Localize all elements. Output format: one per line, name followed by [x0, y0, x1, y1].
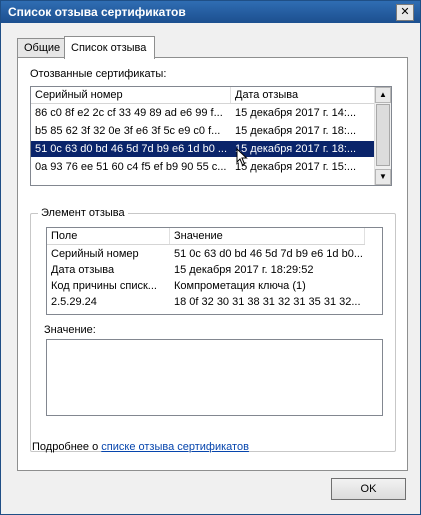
tab-label: Общие: [24, 42, 61, 54]
value-cell: 15 декабря 2017 г. 18:29:52: [174, 264, 314, 276]
list-item[interactable]: Код причины списк... Компрометация ключа…: [47, 278, 365, 294]
list-item[interactable]: b5 85 62 3f 32 0e 3f e6 3f 5c e9 c0 f...…: [31, 123, 374, 139]
value-textarea[interactable]: [46, 339, 383, 416]
column-value[interactable]: Значение: [170, 228, 365, 244]
value-cell: 51 0c 63 d0 bd 46 5d 7d b9 e6 1d b0...: [174, 248, 363, 260]
revocation-entry-label: Элемент отзыва: [38, 207, 128, 219]
date-cell: 15 декабря 2017 г. 18:...: [235, 125, 357, 137]
field-cell: 2.5.29.24: [51, 296, 97, 308]
serial-cell: 0a 93 76 ee 51 60 c4 f5 ef b9 90 55 c...: [35, 161, 227, 173]
scroll-down-button[interactable]: ▼: [375, 169, 391, 185]
date-cell: 15 декабря 2017 г. 14:...: [235, 107, 357, 119]
close-button[interactable]: ✕: [396, 4, 414, 21]
revoked-certs-label: Отозванные сертификаты:: [30, 68, 167, 80]
field-cell: Дата отзыва: [51, 264, 115, 276]
field-cell: Серийный номер: [51, 248, 139, 260]
close-icon: ✕: [400, 6, 410, 18]
value-label: Значение:: [44, 324, 96, 336]
dialog-window: Список отзыва сертификатов ✕ Общие Списо…: [0, 0, 421, 515]
list-header: Серийный номер Дата отзыва: [31, 87, 376, 104]
serial-cell: 51 0c 63 d0 bd 46 5d 7d b9 e6 1d b0 ...: [35, 143, 228, 155]
ok-button[interactable]: OK: [331, 478, 406, 500]
triangle-up-icon: ▲: [379, 90, 387, 99]
entry-fields-list[interactable]: Поле Значение Серийный номер 51 0c 63 d0…: [46, 227, 383, 315]
list-item-selected[interactable]: 51 0c 63 d0 bd 46 5d 7d b9 e6 1d b0 ... …: [31, 141, 374, 157]
mouse-pointer-icon: [236, 148, 248, 166]
field-cell: Код причины списк...: [51, 280, 157, 292]
value-cell: Компрометация ключа (1): [174, 280, 306, 292]
list-item[interactable]: Серийный номер 51 0c 63 d0 bd 46 5d 7d b…: [47, 246, 365, 262]
list-scrollbar[interactable]: ▲ ▼: [374, 87, 391, 185]
tab-label: Список отзыва: [71, 42, 147, 54]
revocation-list-link[interactable]: списке отзыва сертификатов: [101, 441, 249, 453]
column-field[interactable]: Поле: [47, 228, 170, 244]
list-item[interactable]: 0a 93 76 ee 51 60 c4 f5 ef b9 90 55 c...…: [31, 159, 374, 175]
scroll-thumb[interactable]: [376, 104, 390, 166]
list-item[interactable]: 86 c0 8f e2 2c cf 33 49 89 ad e6 99 f...…: [31, 105, 374, 121]
tab-panel: Отозванные сертификаты: Серийный номер Д…: [17, 57, 408, 471]
date-cell: 15 декабря 2017 г. 18:...: [235, 143, 357, 155]
tab-revocation-list[interactable]: Список отзыва: [64, 36, 155, 59]
more-info-text: Подробнее о списке отзыва сертификатов: [32, 441, 249, 453]
serial-cell: b5 85 62 3f 32 0e 3f e6 3f 5c e9 c0 f...: [35, 125, 221, 137]
serial-cell: 86 c0 8f e2 2c cf 33 49 89 ad e6 99 f...: [35, 107, 223, 119]
list-item[interactable]: Дата отзыва 15 декабря 2017 г. 18:29:52: [47, 262, 365, 278]
value-cell: 18 0f 32 30 31 38 31 32 31 35 31 32...: [174, 296, 361, 308]
tab-general[interactable]: Общие: [17, 38, 65, 58]
date-cell: 15 декабря 2017 г. 15:...: [235, 161, 357, 173]
revoked-certs-list[interactable]: Серийный номер Дата отзыва 86 c0 8f e2 2…: [30, 86, 392, 186]
list-item[interactable]: 2.5.29.24 18 0f 32 30 31 38 31 32 31 35 …: [47, 294, 365, 310]
window-title: Список отзыва сертификатов: [8, 5, 186, 19]
column-revocation-date[interactable]: Дата отзыва: [231, 87, 376, 103]
scroll-up-button[interactable]: ▲: [375, 87, 391, 103]
ok-button-label: OK: [360, 483, 377, 495]
column-serial-number[interactable]: Серийный номер: [31, 87, 231, 103]
more-info-prefix: Подробнее о: [32, 441, 102, 453]
title-bar[interactable]: Список отзыва сертификатов ✕: [1, 1, 420, 23]
list-header: Поле Значение: [47, 228, 365, 245]
triangle-down-icon: ▼: [379, 172, 387, 181]
